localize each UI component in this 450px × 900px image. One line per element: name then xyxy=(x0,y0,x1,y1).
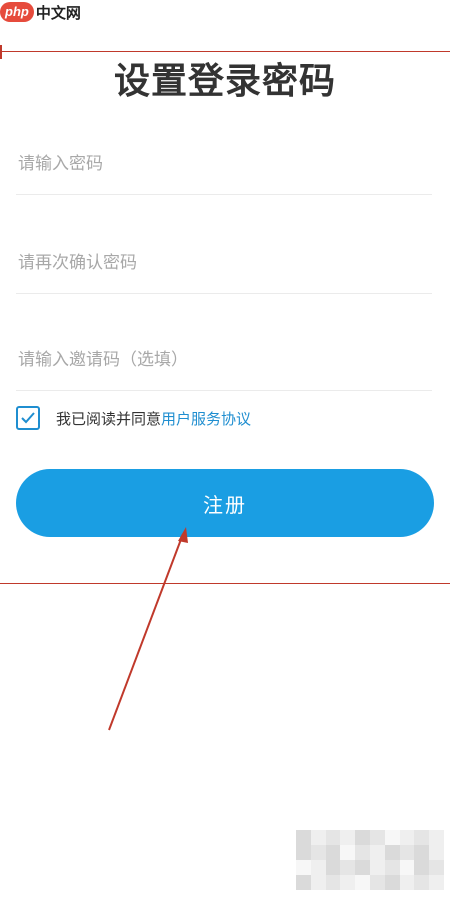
checkmark-icon xyxy=(21,412,35,424)
site-watermark: php 中文网 xyxy=(0,0,81,24)
page-title: 设置登录密码 xyxy=(113,61,336,102)
confirm-password-field[interactable] xyxy=(16,233,432,294)
password-input[interactable] xyxy=(16,134,432,194)
register-button[interactable]: 注册 xyxy=(16,469,434,537)
agreement-text: 我已阅读并同意 xyxy=(56,409,162,428)
annotation-line-bottom xyxy=(0,583,450,584)
invite-code-field[interactable] xyxy=(16,330,432,391)
confirm-password-input[interactable] xyxy=(16,233,432,293)
register-button-label: 注册 xyxy=(203,492,247,517)
invite-code-input[interactable] xyxy=(16,330,432,390)
password-field[interactable] xyxy=(16,134,432,195)
php-logo: php xyxy=(0,2,34,22)
watermark-site-name: 中文网 xyxy=(35,3,81,22)
user-service-agreement-link[interactable]: 用户服务协议 xyxy=(161,408,251,429)
pixelated-watermark xyxy=(296,830,444,890)
agreement-row: 我已阅读并同意 用户服务协议 xyxy=(16,403,251,433)
agreement-checkbox[interactable] xyxy=(16,406,40,430)
